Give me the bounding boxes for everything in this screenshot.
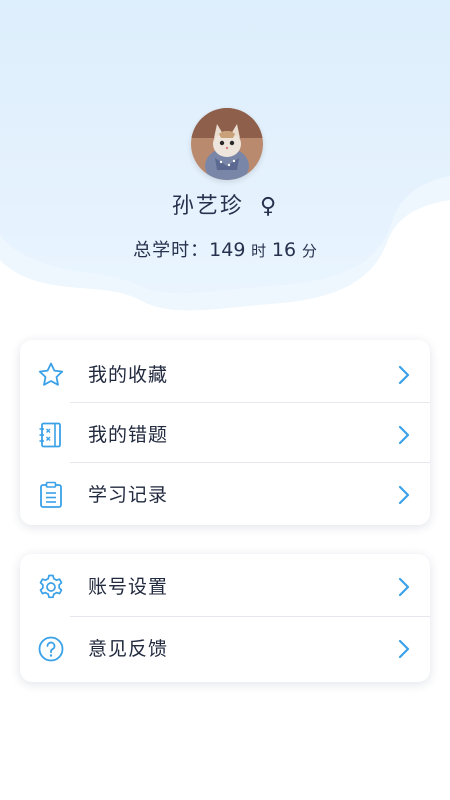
chevron-right-icon: [398, 639, 410, 659]
female-gender-icon: ♀: [259, 194, 279, 219]
study-hours-unit: 时: [251, 242, 267, 260]
clipboard-list-icon: [36, 480, 66, 510]
gear-icon: [36, 572, 66, 602]
chevron-right-icon: [398, 577, 410, 597]
secondary-menu-card: 账号设置 意见反馈: [20, 554, 430, 682]
study-hours-value: 149: [209, 239, 246, 261]
menu-item-study-records[interactable]: 学习记录: [20, 464, 430, 524]
star-icon: [36, 360, 66, 390]
menu-item-label: 我的收藏: [88, 364, 169, 386]
study-time-label: 总学时：: [133, 240, 210, 261]
chevron-right-icon: [398, 425, 410, 445]
avatar-cat-image: [191, 108, 263, 180]
question-circle-icon: [36, 634, 66, 664]
study-minutes-unit: 分: [301, 242, 317, 260]
user-name-text: 孙艺珍: [171, 194, 244, 219]
chevron-right-icon: [398, 485, 410, 505]
menu-item-account-settings[interactable]: 账号设置: [20, 556, 430, 616]
study-minutes-value: 16: [271, 239, 297, 261]
avatar[interactable]: [191, 108, 263, 180]
chevron-right-icon: [398, 365, 410, 385]
total-study-time: 总学时：149 时 16 分: [0, 236, 450, 262]
menu-item-label: 学习记录: [88, 484, 169, 506]
divider: [70, 402, 430, 403]
menu-item-label: 意见反馈: [88, 638, 169, 660]
menu-item-label: 账号设置: [88, 576, 169, 598]
menu-item-favorites[interactable]: 我的收藏: [20, 344, 430, 404]
menu-item-label: 我的错题: [88, 424, 169, 446]
menu-item-mistakes[interactable]: 我的错题: [20, 404, 430, 464]
primary-menu-card: 我的收藏 我的错题 学习记录: [20, 340, 430, 525]
menu-item-feedback[interactable]: 意见反馈: [20, 618, 430, 678]
user-name: 孙艺珍 ♀: [0, 188, 450, 220]
divider: [70, 616, 430, 617]
divider: [70, 462, 430, 463]
mistake-notebook-icon: [36, 420, 66, 450]
profile-page: 孙艺珍 ♀ 总学时：149 时 16 分 我的收藏 我的错题 学习记录 账号设置…: [0, 0, 450, 800]
